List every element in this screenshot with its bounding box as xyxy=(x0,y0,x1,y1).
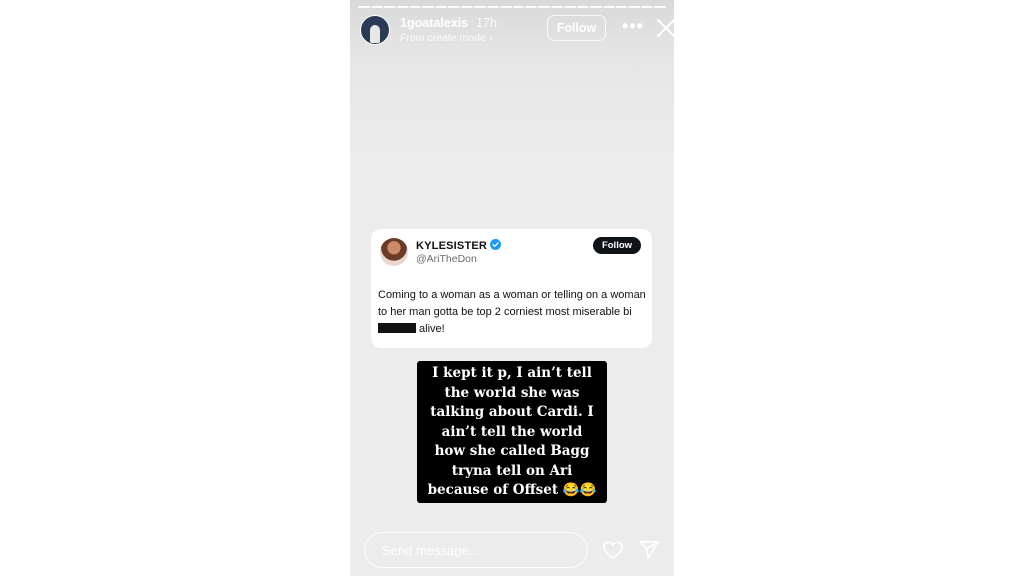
tweet-handle: @AriTheDon xyxy=(416,253,477,265)
progress-segment xyxy=(409,6,422,8)
progress-segment xyxy=(641,6,654,8)
progress-segment xyxy=(602,6,615,8)
tweet-card: KYLESISTER @AriTheDon Follow Coming to a… xyxy=(371,229,652,348)
redaction-bar xyxy=(378,323,416,333)
caption-line: I kept it p, I ain’t tell xyxy=(432,365,592,381)
heart-icon[interactable] xyxy=(602,540,624,560)
close-icon[interactable] xyxy=(656,18,674,38)
avatar[interactable] xyxy=(360,15,390,45)
story-footer: Send message... xyxy=(364,532,664,570)
progress-segment xyxy=(551,6,563,8)
username[interactable]: 1goatalexis xyxy=(400,16,468,30)
progress-segment xyxy=(396,6,409,8)
caption-line: the world she was xyxy=(444,384,580,401)
progress-segment xyxy=(370,6,383,8)
progress-segment xyxy=(615,6,628,8)
progress-segment xyxy=(448,6,460,8)
progress-segment xyxy=(473,6,486,8)
verified-badge-icon xyxy=(490,239,502,250)
caption-line: how she called Bagg xyxy=(434,443,590,459)
progress-segment xyxy=(589,6,602,8)
caption-line: talking about Cardi. I xyxy=(430,404,594,420)
progress-segment xyxy=(564,6,576,8)
caption-line: because of Offset 😂😂 xyxy=(427,482,597,498)
tweet-text-part2: alive! xyxy=(416,323,445,335)
tweet-display-name: KYLESISTER xyxy=(416,239,502,252)
progress-segment xyxy=(499,6,512,8)
caption-line: ain’t tell the world xyxy=(441,423,583,440)
send-icon[interactable] xyxy=(638,540,660,560)
progress-segment xyxy=(512,6,525,8)
progress-segment xyxy=(486,6,499,8)
progress-segment xyxy=(525,6,538,8)
tweet-text: Coming to a woman as a woman or telling … xyxy=(378,287,646,338)
progress-segment xyxy=(654,6,666,8)
avatar-figure xyxy=(370,25,380,43)
progress-segment xyxy=(435,6,448,8)
story-caption: I kept it p, I ain’t tell the world she … xyxy=(417,361,607,503)
tweet-avatar xyxy=(380,238,408,266)
story-progress-bar xyxy=(358,6,666,8)
progress-segment xyxy=(422,6,435,8)
story-viewer[interactable]: 1goatalexis 17h From create mode › Follo… xyxy=(350,0,674,576)
progress-segment xyxy=(628,6,641,8)
send-message-input[interactable]: Send message... xyxy=(364,532,588,568)
progress-segment xyxy=(358,6,370,8)
progress-segment xyxy=(383,6,396,8)
tweet-text-part1: Coming to a woman as a woman or telling … xyxy=(378,289,646,318)
more-options-icon[interactable]: ••• xyxy=(622,16,644,37)
progress-segment xyxy=(576,6,589,8)
progress-segment xyxy=(461,6,473,8)
story-header: 1goatalexis 17h From create mode › Follo… xyxy=(360,14,674,46)
post-time: 17h xyxy=(476,16,497,30)
progress-segment xyxy=(538,6,551,8)
tweet-display-name-text: KYLESISTER xyxy=(416,240,488,252)
follow-button[interactable]: Follow xyxy=(547,15,606,41)
tweet-follow-button: Follow xyxy=(593,237,641,254)
caption-line: tryna tell on Ari xyxy=(451,462,573,479)
create-mode-link[interactable]: From create mode › xyxy=(400,32,497,44)
story-meta: 1goatalexis 17h From create mode › xyxy=(400,16,497,44)
